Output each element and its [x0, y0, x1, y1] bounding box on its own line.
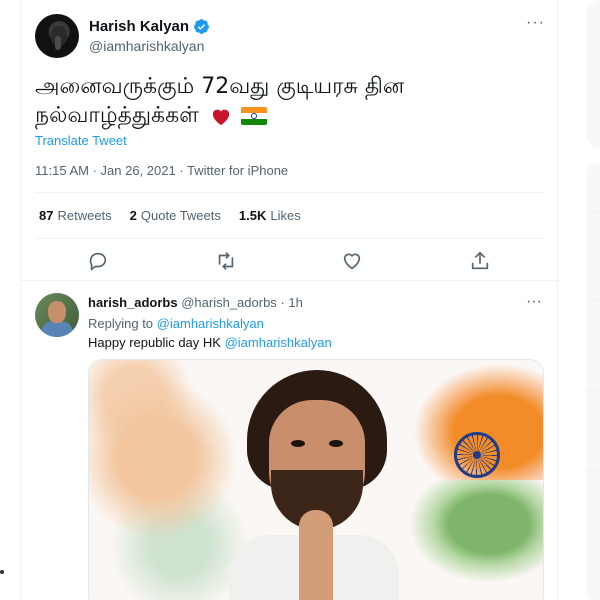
avatar-face [48, 301, 66, 323]
reply-more-options-icon[interactable]: ··· [526, 293, 542, 311]
like-icon[interactable] [341, 250, 363, 272]
left-gutter [0, 0, 20, 600]
person-eye [329, 440, 343, 447]
retweets-stat[interactable]: 87 Retweets [39, 208, 112, 223]
sidebar-divider [586, 390, 600, 391]
likes-stat[interactable]: 1.5K Likes [239, 208, 301, 223]
tweet-text-line2-row: நல்வாழ்த்துக்கள் [35, 101, 535, 130]
sidebar-divider [586, 212, 600, 213]
reply-mention-link[interactable]: @iamharishkalyan [225, 335, 332, 350]
avatar-hand [55, 36, 61, 50]
person-eye [291, 440, 305, 447]
ashoka-chakra-icon [454, 432, 500, 478]
heart-emoji-icon [212, 109, 230, 126]
reply-tweet[interactable]: harish_adorbs @harish_adorbs · 1h ··· Re… [21, 280, 559, 600]
verified-badge-icon [194, 19, 209, 34]
author-name[interactable]: Harish Kalyan [89, 18, 210, 35]
reply-media-image[interactable] [88, 359, 544, 600]
tweet-text-line2: நல்வாழ்த்துக்கள் [35, 103, 200, 128]
right-sidebar [572, 0, 600, 600]
divider [35, 238, 545, 239]
reply-author-name[interactable]: harish_adorbs [88, 295, 178, 310]
replying-to-prefix: Replying to [88, 316, 154, 331]
reply-icon[interactable] [87, 250, 109, 272]
flag-green-splash [399, 480, 543, 590]
sidebar-card[interactable] [586, 0, 600, 148]
author-handle[interactable]: @iamharishkalyan [89, 38, 204, 54]
reply-author-handle[interactable]: @harish_adorbs [181, 295, 277, 310]
author-avatar[interactable] [35, 14, 79, 58]
reply-text-body: Happy republic day HK [88, 335, 221, 350]
reply-time[interactable]: · 1h [280, 295, 302, 310]
tweet-timestamp[interactable]: 11:15 AM · Jan 26, 2021 · Twitter for iP… [35, 163, 288, 178]
person-folded-hands [299, 510, 333, 600]
share-icon[interactable] [469, 250, 491, 272]
left-edge-mark [0, 570, 4, 574]
more-options-icon[interactable]: ··· [526, 14, 545, 32]
sidebar-card[interactable] [586, 162, 600, 600]
retweet-icon[interactable] [215, 250, 237, 272]
tweet-text-line1: அனைவருக்கும் 72வது குடியரசு தின [35, 74, 405, 99]
replying-to-mention[interactable]: @iamharishkalyan [157, 316, 264, 331]
reply-text: Happy republic day HK @iamharishkalyan [88, 335, 332, 350]
tweet-text: அனைவருக்கும் 72வது குடியரசு தின நல்வாழ்த… [35, 72, 535, 130]
replying-to-line: Replying to @iamharishkalyan [88, 316, 264, 331]
reply-author-line: harish_adorbs @harish_adorbs · 1h [88, 295, 303, 310]
reply-author-avatar[interactable] [35, 293, 79, 337]
avatar-shirt [41, 321, 73, 337]
sidebar-divider [586, 470, 600, 471]
tweet-actions [21, 246, 559, 276]
quote-tweets-stat[interactable]: 2 Quote Tweets [130, 208, 221, 223]
india-flag-icon [241, 107, 268, 125]
sidebar-divider [586, 300, 600, 301]
tweet-column: Harish Kalyan @iamharishkalyan ··· அனைவர… [20, 0, 559, 600]
author-name-text[interactable]: Harish Kalyan [89, 18, 189, 35]
tweet-stats: 87 Retweets 2 Quote Tweets 1.5K Likes [39, 208, 301, 223]
divider [35, 192, 545, 193]
translate-tweet-link[interactable]: Translate Tweet [35, 133, 127, 148]
photo-person [229, 360, 399, 600]
